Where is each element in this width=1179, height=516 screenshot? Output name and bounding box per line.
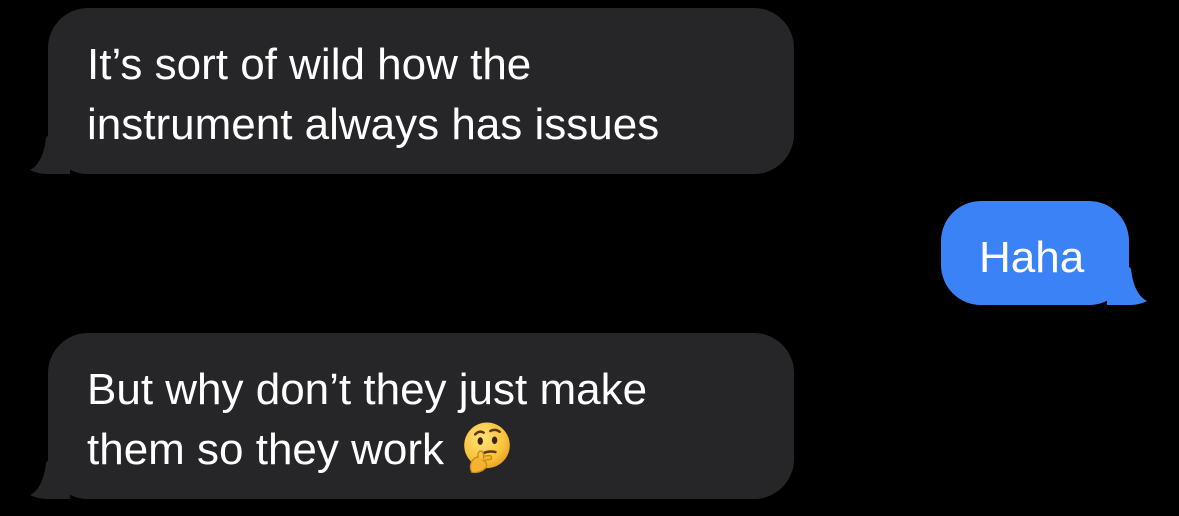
incoming-message-bubble[interactable]: But why don’t they just make them so the… (30, 333, 794, 499)
message-text-line: It’s sort of wild how the (87, 40, 532, 89)
bubble-tail-icon (30, 130, 70, 174)
message-thread: It’s sort of wild how the instrument alw… (0, 0, 1179, 516)
message-text-line: instrument always has issues (87, 100, 660, 149)
message-text: them so they work (87, 425, 445, 474)
message-text-line-with-emoji: them so they work (87, 420, 754, 480)
message-text-line: But why don’t they just make (87, 365, 648, 414)
bubble-tail-icon (1107, 261, 1147, 305)
message-text-line: Haha (979, 233, 1085, 282)
incoming-message-bubble[interactable]: It’s sort of wild how the instrument alw… (30, 8, 794, 174)
bubble-tail-icon (30, 455, 70, 499)
thinking-face-icon (464, 422, 511, 474)
outgoing-message-bubble[interactable]: Haha (941, 201, 1147, 305)
